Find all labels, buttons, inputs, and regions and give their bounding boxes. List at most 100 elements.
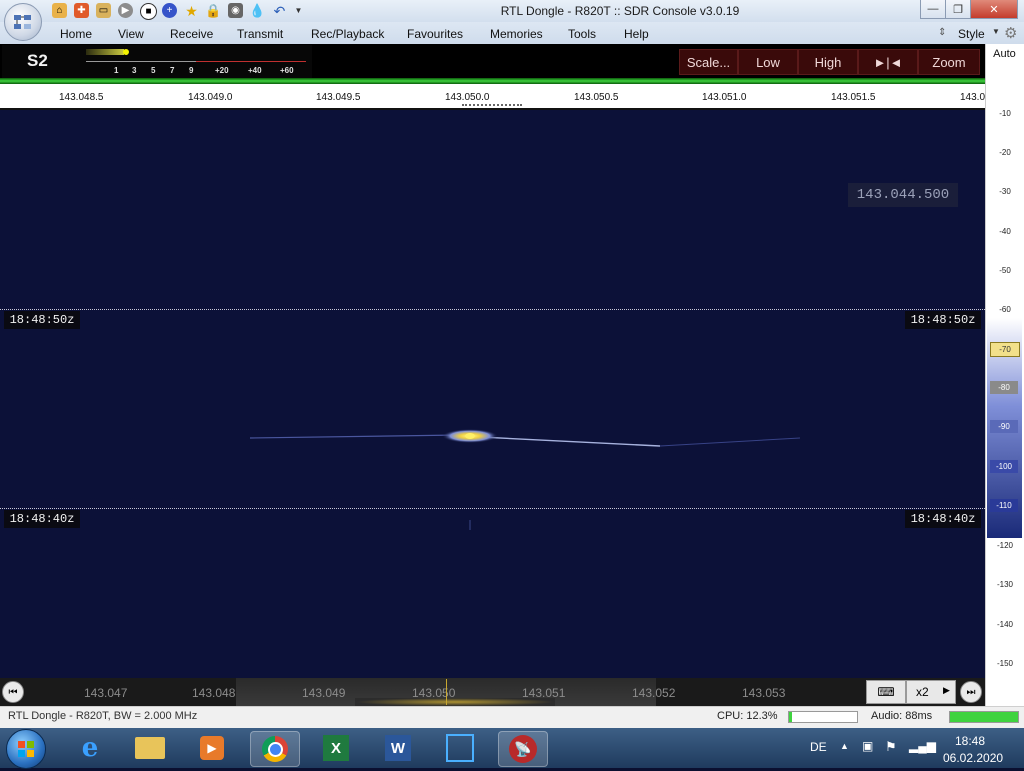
device-status: RTL Dongle - R820T, BW = 2.000 MHz [8,710,198,722]
drop-icon[interactable]: 💧 [249,3,265,18]
folder-icon[interactable]: ▭ [96,3,111,18]
auto-scale-button[interactable]: Auto [985,48,1024,60]
star-icon[interactable]: ★ [184,3,199,18]
s-meter-tick: +40 [248,66,262,75]
sdr-console-icon[interactable]: 📡 [498,731,548,767]
db-label: -90 [990,420,1018,433]
db-label: -10 [999,109,1011,118]
freq-tick-label: 143.050.5 [574,92,619,103]
db-label: -50 [999,266,1011,275]
cursor-frequency-readout: 143.044.500 [848,183,958,207]
language-indicator[interactable]: DE [810,740,827,754]
style-menu[interactable]: Style [958,27,985,41]
maximize-button[interactable]: ❐ [945,0,971,19]
db-label: -60 [999,305,1011,314]
high-button[interactable]: High [798,49,858,75]
tab-transmit[interactable]: Transmit [237,27,283,41]
network-icon[interactable]: ▂▄▆ [909,739,936,753]
freq-tick-label: 143.048.5 [59,92,104,103]
style-updown-icon[interactable]: ⇕ [938,27,946,38]
snipping-tool-icon[interactable] [436,731,484,765]
db-label: -150 [996,659,1013,668]
waterfall-display[interactable] [0,110,985,678]
db-label: -80 [990,381,1018,394]
tab-view[interactable]: View [118,27,144,41]
band-center-marker [446,679,447,705]
band-label: 143.048 [192,686,236,700]
settings-icon[interactable]: ✚ [74,3,89,18]
quick-access-dropdown-icon[interactable]: ▼ [291,3,306,18]
tray-device-icon[interactable]: ▣ [862,739,873,753]
zoom-select[interactable]: x2 ▶ [906,680,956,704]
tab-memories[interactable]: Memories [490,27,543,41]
s-meter-bar [86,49,124,55]
action-center-flag-icon[interactable]: ⚑ [885,739,897,755]
timestamp-label-right: 18:48:40z [905,510,981,528]
zoom-button[interactable]: Zoom [918,49,980,75]
s-meter-overrange-line [196,61,306,62]
home-icon[interactable]: ⌂ [52,3,67,18]
tab-tools[interactable]: Tools [568,27,596,41]
style-dropdown-icon[interactable]: ▼ [992,27,1000,36]
db-label-high-marker[interactable]: -110 [990,499,1018,512]
freq-tick-label: 143.050.0 [445,92,490,103]
stop-icon[interactable]: ■ [140,3,157,20]
cpu-status: CPU: 12.3% [717,710,778,722]
tab-receive[interactable]: Receive [170,27,213,41]
minimize-button[interactable]: — [920,0,946,19]
start-button[interactable] [6,729,46,769]
db-label-low-marker[interactable]: -70 [990,342,1020,357]
add-icon[interactable]: + [162,3,177,18]
clock-date[interactable]: 06.02.2020 [943,751,1003,765]
audio-status: Audio: 88ms [871,710,933,722]
scroll-left-button[interactable]: ⏮ [2,681,24,703]
band-label: 143.052 [632,686,676,700]
band-label: 143.047 [84,686,128,700]
db-label: -100 [990,460,1018,473]
db-label: -20 [999,148,1011,157]
s-meter-reading: S2 [27,51,48,70]
timestamp-label-left: 18:48:50z [4,311,80,329]
undo-icon[interactable]: ↶ [272,3,287,18]
db-label: -130 [996,580,1013,589]
keyboard-icon[interactable]: ⌨ [866,680,906,704]
db-label: -140 [996,620,1013,629]
zoom-select-value: x2 [916,685,929,699]
clock-time[interactable]: 18:48 [955,734,985,748]
tray-expand-icon[interactable]: ▲ [840,741,849,751]
media-player-icon[interactable]: ▶ [188,731,236,765]
freq-tick-label: 143.051.5 [831,92,876,103]
close-button[interactable]: ✕ [970,0,1018,19]
timestamp-line [0,309,985,310]
camera-icon[interactable]: ◉ [228,3,243,18]
chrome-icon[interactable] [250,731,300,767]
timestamp-line [0,508,985,509]
app-logo-icon [14,15,31,29]
zoom-select-arrow-icon: ▶ [943,685,950,695]
freq-tick-label: 143.049.5 [316,92,361,103]
lock-icon[interactable]: 🔒 [205,3,221,18]
timestamp-label-left: 18:48:40z [4,510,80,528]
band-label: 143.053 [742,686,786,700]
tuning-marker[interactable] [462,104,522,106]
tab-rec-playback[interactable]: Rec/Playback [311,27,384,41]
center-button[interactable]: ►|◄ [858,49,918,75]
internet-explorer-icon[interactable]: e [66,731,114,765]
scroll-right-button[interactable]: ⏭ [960,681,982,703]
tab-home[interactable]: Home [60,27,92,41]
explorer-folder-icon[interactable] [126,731,174,765]
db-label: -30 [999,187,1011,196]
excel-icon[interactable]: X [312,731,360,765]
tab-favourites[interactable]: Favourites [407,27,463,41]
s-meter-peak [123,49,129,55]
scale-button[interactable]: Scale... [679,49,738,75]
low-button[interactable]: Low [738,49,798,75]
tab-help[interactable]: Help [624,27,649,41]
play-icon[interactable]: ▶ [118,3,133,18]
word-icon[interactable]: W [374,731,422,765]
s-meter-tick: 5 [151,66,156,75]
gear-icon[interactable]: ⚙ [1004,24,1017,42]
app-menu-button[interactable] [4,3,42,41]
cpu-meter [788,711,858,723]
s-meter-tick: 7 [170,66,175,75]
